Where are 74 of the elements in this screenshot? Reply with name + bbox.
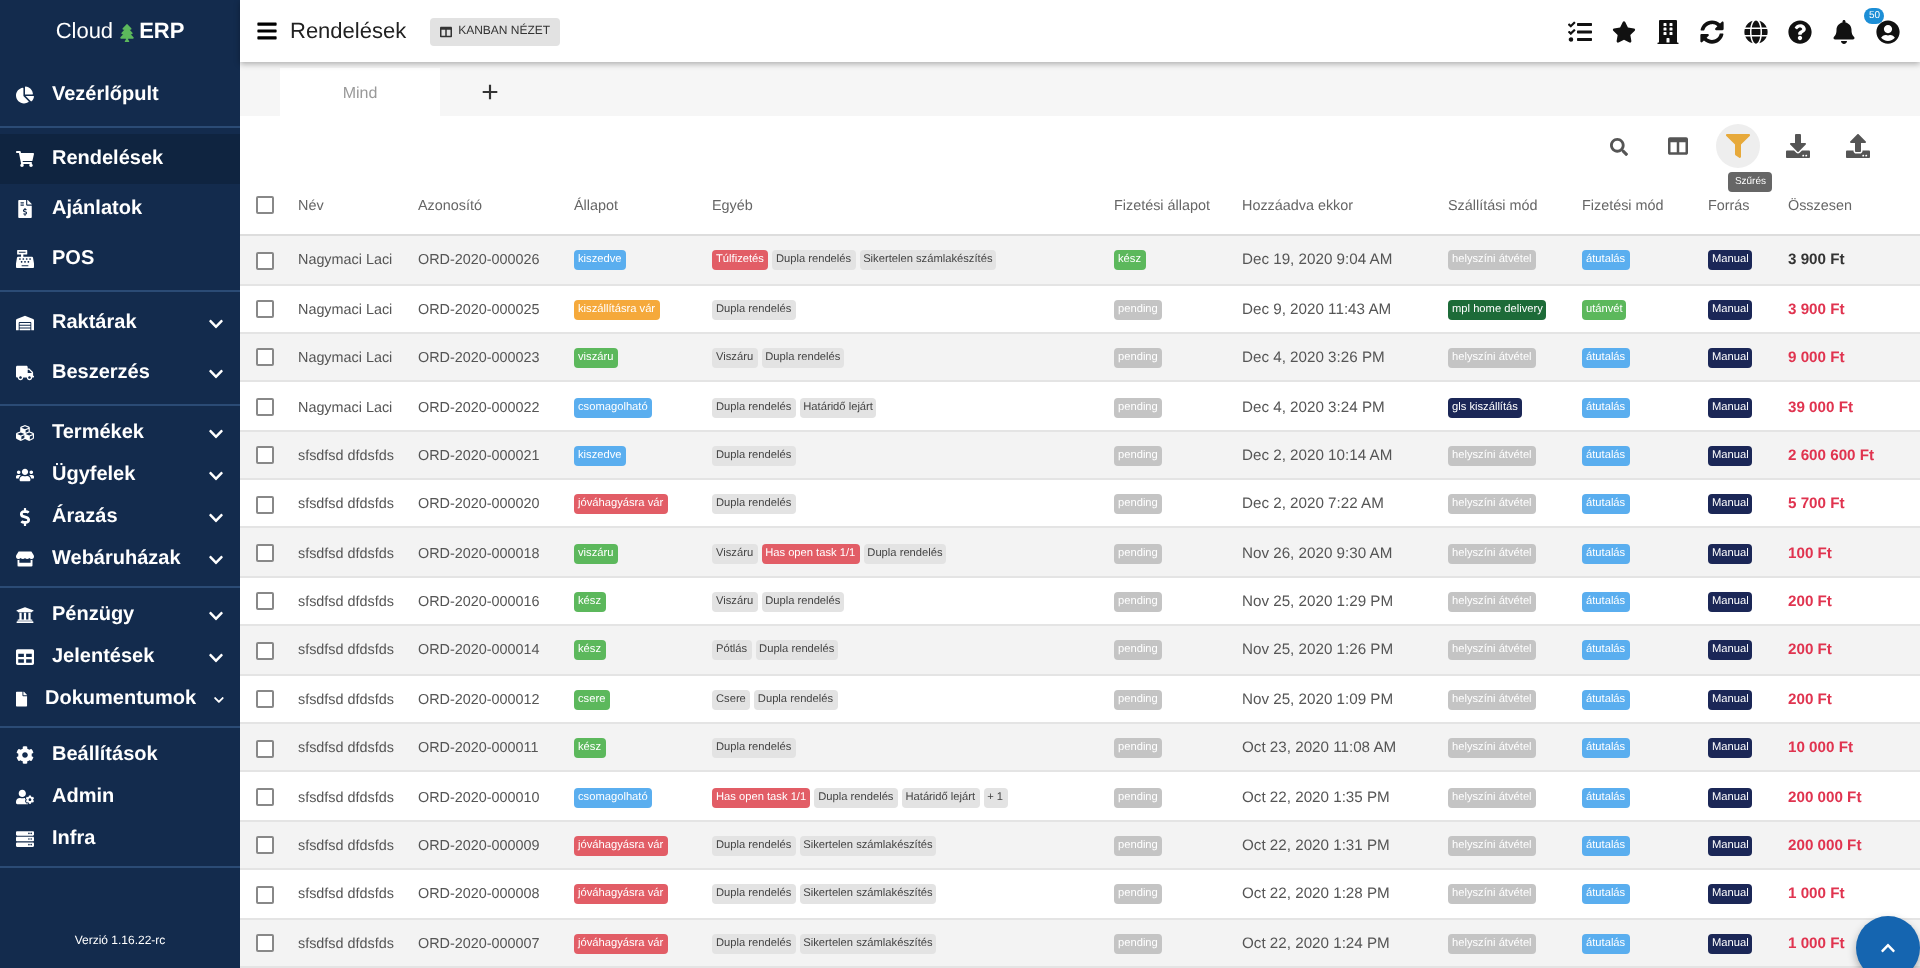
sidebar-item[interactable]: Webáruházak xyxy=(0,538,240,580)
row-checkbox[interactable] xyxy=(256,446,274,465)
table-icon xyxy=(16,648,34,666)
sidebar-item[interactable]: Ügyfelek xyxy=(0,454,240,496)
menu-icon[interactable] xyxy=(256,20,278,43)
tab[interactable]: + xyxy=(440,68,540,117)
server-icon xyxy=(16,830,34,848)
chevron-down-icon xyxy=(214,691,224,707)
row-checkbox[interactable] xyxy=(256,300,274,319)
cubes-icon xyxy=(16,424,34,442)
row-checkbox[interactable] xyxy=(256,495,274,514)
sidebar-item[interactable]: Ajánlatok xyxy=(0,184,240,234)
warehouse-icon xyxy=(16,314,34,332)
row-checkbox[interactable] xyxy=(256,885,274,904)
document-icon xyxy=(16,200,34,218)
sidebar-item[interactable]: Jelentések xyxy=(0,636,240,678)
chevron-down-icon xyxy=(208,467,224,483)
help-icon[interactable] xyxy=(1788,19,1812,44)
board-icon xyxy=(440,25,453,38)
notification-icon[interactable] xyxy=(1832,19,1856,44)
sidebar-item[interactable]: Beállítások xyxy=(0,734,240,776)
settings-icon xyxy=(16,746,34,764)
row-checkbox[interactable] xyxy=(256,592,274,611)
row-checkbox[interactable] xyxy=(256,787,274,806)
sidebar-item[interactable]: Beszerzés xyxy=(0,348,240,398)
chevron-up-icon xyxy=(1880,940,1896,956)
user-icon[interactable] xyxy=(1876,19,1900,44)
sidebar-item[interactable]: POS xyxy=(0,234,240,284)
dollar-icon xyxy=(16,508,34,526)
sidebar-item[interactable]: Dokumentumok xyxy=(0,678,240,720)
checklist-icon[interactable] xyxy=(1568,19,1592,44)
star-icon[interactable] xyxy=(1612,19,1636,44)
logo-text: Cloud xyxy=(55,20,114,44)
sidebar-item[interactable]: Infra xyxy=(0,818,240,860)
store-icon xyxy=(16,550,34,568)
row-checkbox[interactable] xyxy=(256,251,274,270)
row-checkbox[interactable] xyxy=(256,690,274,709)
file-icon xyxy=(16,690,28,708)
sidebar-item[interactable]: Pénzügy xyxy=(0,594,240,636)
bank-icon xyxy=(16,606,34,624)
row-checkbox[interactable] xyxy=(256,543,274,562)
chevron-down-icon xyxy=(208,365,224,381)
page-title: Rendelések xyxy=(290,19,407,44)
sidebar-item[interactable]: Árazás xyxy=(0,496,240,538)
row-checkbox[interactable] xyxy=(256,348,274,367)
sidebar-item[interactable]: Raktárak xyxy=(0,298,240,348)
globe-icon[interactable] xyxy=(1744,19,1768,44)
row-checkbox[interactable] xyxy=(256,934,274,953)
row-checkbox[interactable] xyxy=(256,397,274,416)
sidebar-item[interactable]: Admin xyxy=(0,776,240,818)
chevron-down-icon xyxy=(208,649,224,665)
select-all-checkbox[interactable] xyxy=(256,196,274,215)
chevron-down-icon xyxy=(208,607,224,623)
sidebar-item[interactable]: Termékek xyxy=(0,412,240,454)
chevron-down-icon xyxy=(208,509,224,525)
pie-chart-icon xyxy=(16,86,34,104)
users-icon xyxy=(16,466,34,484)
building-icon[interactable] xyxy=(1656,19,1680,44)
sidebar-item[interactable]: Rendelések xyxy=(0,134,240,184)
truck-icon xyxy=(16,364,34,382)
tree-icon xyxy=(117,23,136,41)
row-checkbox[interactable] xyxy=(256,836,274,855)
refresh-icon[interactable] xyxy=(1700,19,1724,44)
row-checkbox[interactable] xyxy=(256,739,274,758)
row-checkbox[interactable] xyxy=(256,641,274,660)
chevron-down-icon xyxy=(208,425,224,441)
chevron-down-icon xyxy=(208,315,224,331)
user-gear-icon xyxy=(16,788,34,806)
filter-icon[interactable] xyxy=(1716,124,1760,169)
register-icon xyxy=(16,250,34,268)
chevron-down-icon xyxy=(208,551,224,567)
cart-icon xyxy=(16,150,34,168)
logo-text: ERP xyxy=(139,20,185,44)
sidebar-item[interactable]: Vezérlőpult xyxy=(0,70,240,120)
